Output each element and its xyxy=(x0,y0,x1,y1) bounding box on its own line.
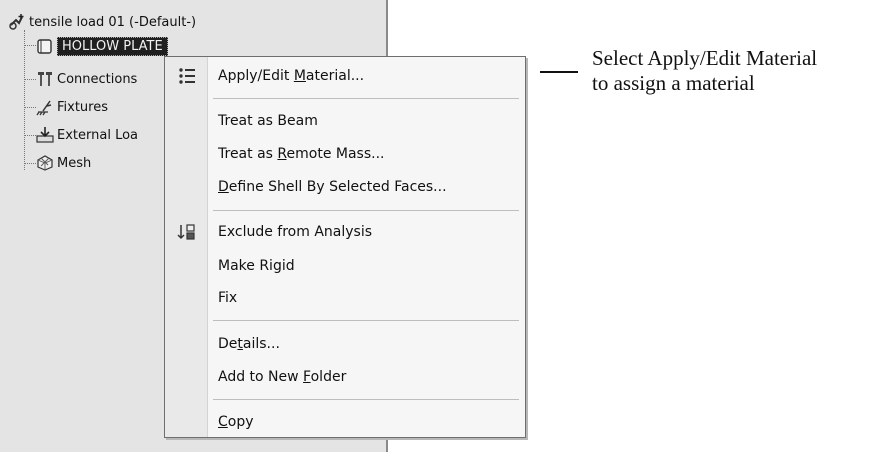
mesh-icon xyxy=(37,155,53,171)
context-menu: Apply/Edit Material... Treat as Beam Tre… xyxy=(164,56,526,438)
menu-item-fix[interactable]: Fix xyxy=(165,284,525,312)
solid-body-icon xyxy=(37,39,52,54)
menu-item-exclude-from-analysis[interactable]: Exclude from Analysis xyxy=(165,218,525,246)
menu-item-label: Fix xyxy=(218,290,238,306)
menu-item-treat-as-beam[interactable]: Treat as Beam xyxy=(165,107,525,135)
list-icon xyxy=(179,68,195,84)
study-icon xyxy=(9,14,24,30)
tree-connector xyxy=(24,163,36,164)
menu-item-label: Copy xyxy=(218,414,254,430)
callout-leader-line xyxy=(540,71,578,73)
tree-item-label: External Loa xyxy=(57,127,139,143)
menu-item-define-shell[interactable]: Define Shell By Selected Faces... xyxy=(165,173,525,201)
tree-item-label: Mesh xyxy=(57,155,92,171)
menu-item-add-to-new-folder[interactable]: Add to New Folder xyxy=(165,363,525,391)
tree-connector xyxy=(24,79,36,80)
tree-connector xyxy=(24,135,36,136)
connections-icon xyxy=(38,72,52,86)
tree-root-label: tensile load 01 (-Default-) xyxy=(29,14,197,30)
menu-separator xyxy=(213,320,519,321)
tree-root-study[interactable]: tensile load 01 (-Default-) xyxy=(8,11,196,33)
callout-annotation: Select Apply/Edit Material to assign a m… xyxy=(592,46,882,96)
tree-item-mesh[interactable]: Mesh xyxy=(36,152,91,174)
tree-item-hollow-plate[interactable]: HOLLOW PLATE xyxy=(36,35,168,57)
menu-item-copy[interactable]: Copy xyxy=(165,408,525,436)
menu-separator xyxy=(213,98,519,99)
menu-separator xyxy=(213,210,519,211)
menu-item-label: Exclude from Analysis xyxy=(218,224,373,240)
callout-line-1: Select Apply/Edit Material xyxy=(592,46,818,70)
tree-item-label: Connections xyxy=(57,71,138,87)
menu-item-make-rigid[interactable]: Make Rigid xyxy=(165,252,525,280)
menu-item-treat-as-remote-mass[interactable]: Treat as Remote Mass... xyxy=(165,140,525,168)
menu-item-apply-edit-material[interactable]: Apply/Edit Material... xyxy=(165,62,525,90)
tree-connector xyxy=(24,107,36,108)
menu-item-label: Make Rigid xyxy=(218,258,295,274)
tree-item-label: Fixtures xyxy=(57,99,109,115)
menu-separator xyxy=(213,399,519,400)
callout-line-2: to assign a material xyxy=(592,71,755,95)
menu-item-label: Apply/Edit Material... xyxy=(218,68,365,84)
tree-connector xyxy=(24,45,36,46)
tree-connector xyxy=(24,30,25,170)
menu-item-label: Treat as Beam xyxy=(218,113,318,129)
menu-item-label: Details... xyxy=(218,336,280,352)
tree-item-label: HOLLOW PLATE xyxy=(57,36,168,56)
exclude-icon xyxy=(177,224,195,240)
tree-item-external-loads[interactable]: External Loa xyxy=(36,124,138,146)
menu-item-label: Treat as Remote Mass... xyxy=(218,146,385,162)
tree-item-fixtures[interactable]: Fixtures xyxy=(36,96,108,118)
fixtures-icon xyxy=(36,100,52,116)
menu-item-details[interactable]: Details... xyxy=(165,330,525,358)
menu-item-label: Add to New Folder xyxy=(218,369,347,385)
menu-item-label: Define Shell By Selected Faces... xyxy=(218,179,447,195)
external-loads-icon xyxy=(36,127,54,143)
tree-item-connections[interactable]: Connections xyxy=(36,68,137,90)
